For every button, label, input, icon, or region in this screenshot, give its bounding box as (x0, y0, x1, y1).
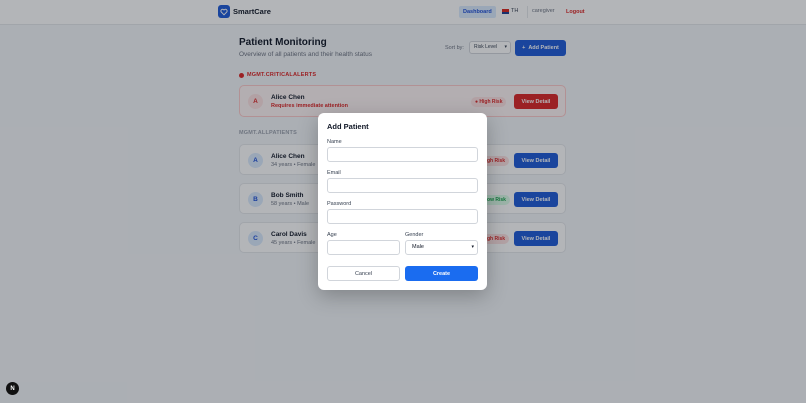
name-label: Name (327, 139, 342, 145)
password-input[interactable] (327, 209, 478, 224)
add-patient-modal: Add Patient Name Email Password Age Gend… (318, 113, 487, 290)
gender-select-value: Male (412, 244, 424, 250)
password-label: Password (327, 201, 352, 207)
age-label: Age (327, 232, 337, 238)
chevron-down-icon: ▾ (471, 244, 474, 250)
gender-select[interactable]: Male ▾ (405, 240, 478, 255)
modal-title: Add Patient (327, 122, 369, 131)
gender-label: Gender (405, 232, 424, 238)
create-button[interactable]: Create (405, 266, 478, 281)
name-input[interactable] (327, 147, 478, 162)
email-input[interactable] (327, 178, 478, 193)
age-input[interactable] (327, 240, 400, 255)
dev-tools-badge[interactable]: N (6, 382, 19, 395)
email-label: Email (327, 170, 341, 176)
cancel-button[interactable]: Cancel (327, 266, 400, 281)
